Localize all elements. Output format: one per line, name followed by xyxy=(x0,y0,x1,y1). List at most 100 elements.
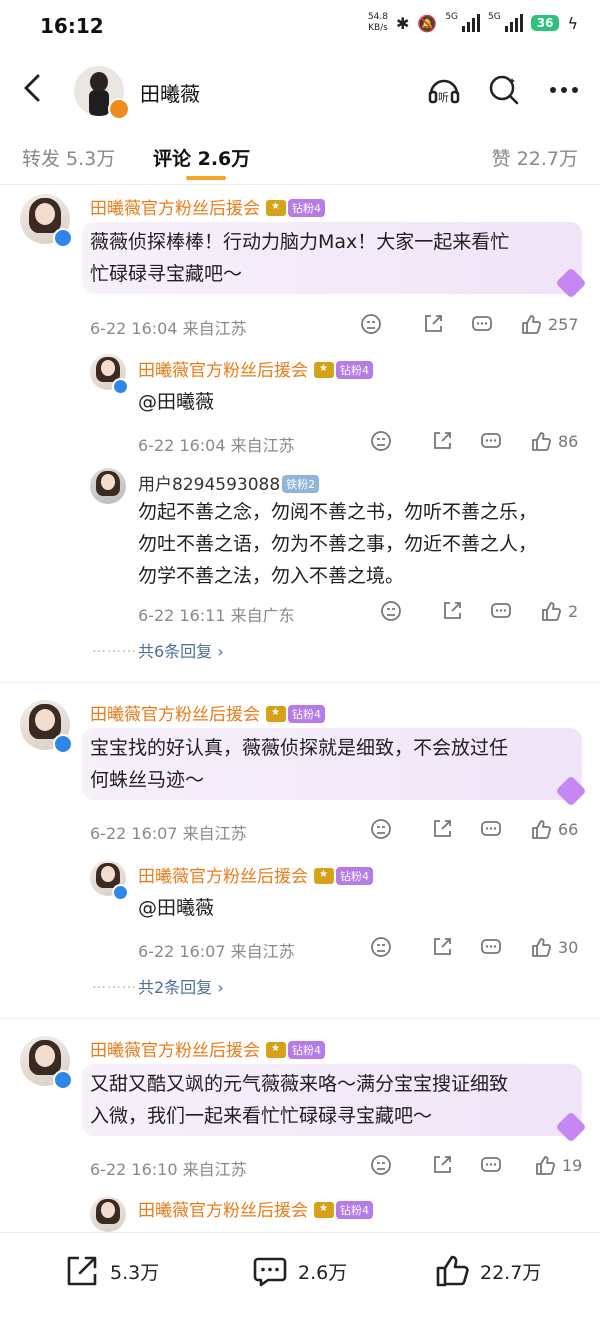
tab-repost[interactable]: 转发 5.3万 xyxy=(22,144,115,171)
thumbs-up-icon xyxy=(542,602,561,621)
reply-meta: 6-22 16:11 来自广东 xyxy=(138,606,295,625)
fan-badge: 钻粉4 xyxy=(336,867,373,885)
like-button[interactable]: 19 xyxy=(534,1154,582,1176)
share-button[interactable] xyxy=(431,936,453,958)
back-arrow-icon[interactable] xyxy=(16,70,52,106)
share-icon xyxy=(434,432,451,449)
comment-text: 薇薇侦探棒棒！行动力脑力Max！大家一起来看忙 忙碌碌寻宝藏吧～ xyxy=(90,231,510,285)
fan-badge: 钻粉4 xyxy=(288,705,325,723)
verified-icon xyxy=(112,884,129,901)
replier-avatar[interactable] xyxy=(90,468,126,504)
bluetooth-icon: ✱ xyxy=(396,13,410,33)
tab-comment[interactable]: 评论 2.6万 xyxy=(153,144,250,171)
search-icon[interactable] xyxy=(486,72,522,108)
commenter-name[interactable]: 田曦薇官方粉丝后援会钻粉4 xyxy=(90,194,325,219)
replier-name[interactable]: 用户8294593088 铁粉2 xyxy=(138,470,320,495)
status-indicators: 54.8 KB/s ✱ 🔕 5G 5G 36 ϟ xyxy=(368,12,578,34)
replier-avatar[interactable] xyxy=(90,1196,126,1232)
replier-name[interactable]: 田曦薇官方粉丝后援会钻粉4 xyxy=(138,356,373,381)
reply-meta: 6-22 16:04 来自江苏 xyxy=(138,436,295,455)
active-tab-indicator xyxy=(186,176,226,180)
replier-name[interactable]: 田曦薇官方粉丝后援会钻粉4 xyxy=(138,1196,373,1221)
status-time: 16:12 xyxy=(40,14,104,38)
fan-badge: 钻粉4 xyxy=(288,1041,325,1059)
share-icon xyxy=(444,602,461,619)
reply-button[interactable] xyxy=(480,1154,502,1176)
reply-button[interactable] xyxy=(480,430,502,452)
verified-icon xyxy=(53,734,73,754)
crown-icon xyxy=(314,362,334,378)
thumbs-up-icon xyxy=(536,1156,555,1175)
share-icon xyxy=(425,315,442,332)
network-type-1: 5G xyxy=(445,12,459,22)
dislike-button[interactable] xyxy=(370,430,392,452)
fan-badge: 钻粉4 xyxy=(288,199,325,217)
replier-name[interactable]: 田曦薇官方粉丝后援会钻粉4 xyxy=(138,862,373,887)
share-button[interactable] xyxy=(441,600,463,622)
reply-item: 用户8294593088 铁粉2 勿起不善之念，勿阅不善之书，勿听不善之乐， 勿吐不… xyxy=(0,466,600,634)
fan-badge: 钻粉4 xyxy=(336,361,373,379)
share-button[interactable] xyxy=(431,818,453,840)
divider xyxy=(0,682,600,683)
like-button[interactable]: 30 xyxy=(530,936,578,958)
reply-divider: ……… xyxy=(92,640,137,656)
more-icon[interactable] xyxy=(546,72,582,108)
commenter-name[interactable]: 田曦薇官方粉丝后援会钻粉4 xyxy=(90,1036,325,1061)
network-type-2: 5G xyxy=(488,12,501,22)
thumbs-up-icon xyxy=(522,315,541,334)
charging-icon: ϟ xyxy=(567,13,578,33)
reply-button[interactable] xyxy=(480,936,502,958)
comment-item: 田曦薇官方粉丝后援会钻粉4 薇薇侦探棒棒！行动力脑力Max！大家一起来看忙忙碌碌… xyxy=(0,188,600,348)
crown-icon xyxy=(266,706,286,722)
comment-button[interactable]: 2.6万 xyxy=(252,1253,347,1289)
author-name[interactable]: 田曦薇 xyxy=(140,78,200,107)
reply-button[interactable] xyxy=(471,313,493,335)
share-button[interactable] xyxy=(431,1154,453,1176)
comment-text: 又甜又酷又飒的元气薇薇来咯～满分宝宝搜证细致 入微，我们一起来看忙忙碌碌寻宝藏吧～ xyxy=(90,1073,509,1127)
listen-icon[interactable]: 听 xyxy=(426,72,462,108)
fan-badge: 铁粉2 xyxy=(282,475,320,493)
reply-text: 勿起不善之念，勿阅不善之书，勿听不善之乐， 勿吐不善之语，勿为不善之事，勿近不善之… xyxy=(138,501,538,587)
share-button[interactable] xyxy=(431,430,453,452)
share-button[interactable] xyxy=(422,313,444,335)
more-replies-link[interactable]: 共6条回复 › xyxy=(138,638,224,662)
thumbs-up-icon xyxy=(532,820,551,839)
crown-icon xyxy=(314,868,334,884)
more-replies-link[interactable]: 共2条回复 › xyxy=(138,974,224,998)
reply-button[interactable] xyxy=(490,600,512,622)
repost-button[interactable]: 5.3万 xyxy=(64,1253,159,1289)
reply-meta: 6-22 16:07 来自江苏 xyxy=(138,942,295,961)
reply-item: 田曦薇官方粉丝后援会钻粉4 @田曦薇 6-22 16:04 来自江苏 86 xyxy=(0,352,600,456)
thumbs-up-icon xyxy=(532,432,551,451)
dislike-button[interactable] xyxy=(360,313,382,335)
reply-text[interactable]: @田曦薇 xyxy=(138,386,214,418)
commenter-name[interactable]: 田曦薇官方粉丝后援会钻粉4 xyxy=(90,700,325,725)
dislike-button[interactable] xyxy=(380,600,402,622)
like-button[interactable]: 66 xyxy=(530,818,578,840)
verified-icon xyxy=(112,378,129,395)
reply-button[interactable] xyxy=(480,818,502,840)
thumbs-up-icon xyxy=(532,938,551,957)
reply-icon xyxy=(481,821,501,836)
dislike-icon xyxy=(361,314,381,334)
repost-icon xyxy=(67,1256,97,1286)
verified-icon xyxy=(53,228,73,248)
dislike-button[interactable] xyxy=(370,936,392,958)
nav-actions: 听 xyxy=(426,72,582,108)
tab-like[interactable]: 赞 22.7万 xyxy=(492,144,578,171)
battery-icon: 36 xyxy=(530,15,560,31)
dislike-icon xyxy=(371,819,391,839)
like-button[interactable]: 2 xyxy=(540,600,578,622)
like-button[interactable]: 86 xyxy=(530,430,578,452)
status-bar: 16:12 54.8 KB/s ✱ 🔕 5G 5G 36 ϟ xyxy=(0,0,600,56)
share-icon xyxy=(434,938,451,955)
dislike-button[interactable] xyxy=(370,1154,392,1176)
like-post-button[interactable]: 22.7万 xyxy=(434,1253,541,1289)
dislike-button[interactable] xyxy=(370,818,392,840)
fan-badge: 钻粉4 xyxy=(336,1201,373,1219)
reply-item: 田曦薇官方粉丝后援会钻粉4 @田曦薇 6-22 16:07 来自江苏 30 xyxy=(0,858,600,962)
like-button[interactable]: 257 xyxy=(520,313,579,335)
vip-badge-icon xyxy=(108,98,130,120)
reply-text[interactable]: @田曦薇 xyxy=(138,892,214,924)
dislike-icon xyxy=(371,431,391,451)
